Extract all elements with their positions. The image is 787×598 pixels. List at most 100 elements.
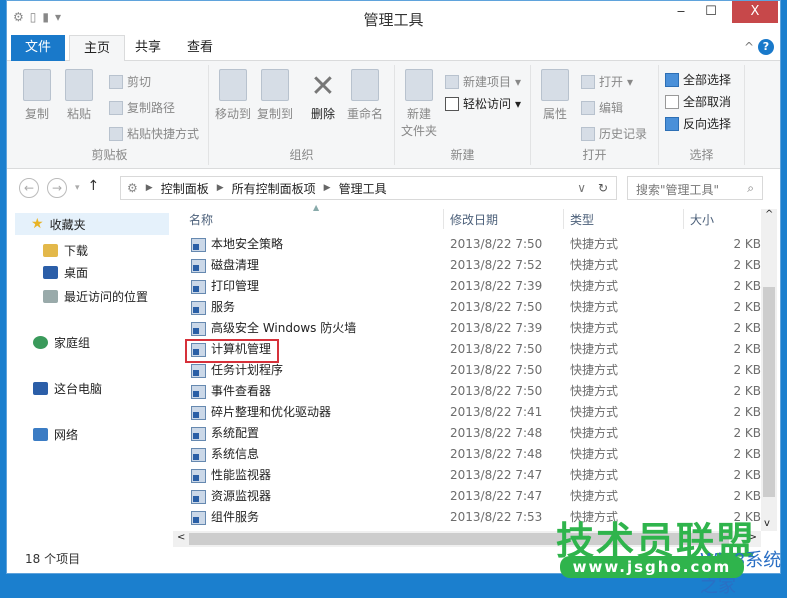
search-input[interactable]: 搜索"管理工具" ⌕ <box>627 176 763 200</box>
breadcrumb-0[interactable]: 控制面板 <box>161 180 209 197</box>
collapse-ribbon-icon[interactable]: ^ <box>744 40 754 54</box>
nav-favorites[interactable]: ★ 收藏夹 <box>15 213 169 235</box>
breadcrumb-1[interactable]: 所有控制面板项 <box>232 180 316 197</box>
cut-button[interactable]: 剪切 <box>109 73 151 90</box>
rename-button[interactable]: 重命名 <box>345 69 385 122</box>
clipboard-group-label: 剪贴板 <box>91 148 128 162</box>
file-size: 2 KB <box>733 363 761 377</box>
new-folder-button[interactable]: 新建 文件夹 <box>399 69 439 139</box>
file-row[interactable]: 任务计划程序 2013/8/22 7:50 快捷方式 2 KB <box>173 360 761 381</box>
file-size: 2 KB <box>733 237 761 251</box>
maximize-button[interactable]: ☐ <box>696 1 726 23</box>
nav-recent[interactable]: 最近访问的位置 <box>43 288 148 305</box>
minimize-button[interactable]: ‒ <box>666 1 696 23</box>
shortcut-icon <box>191 259 206 273</box>
scroll-left-icon[interactable]: < <box>177 532 185 543</box>
file-name: 系统信息 <box>211 447 260 461</box>
move-to-button[interactable]: 移动到 <box>213 69 253 122</box>
address-bar[interactable]: ⚙ ▶ 控制面板 ▶ 所有控制面板项 ▶ 管理工具 ∨ ↻ <box>120 176 617 200</box>
file-row[interactable]: 资源监视器 2013/8/22 7:47 快捷方式 2 KB <box>173 486 761 507</box>
recent-dropdown-icon[interactable]: ▾ <box>75 178 80 198</box>
select-none-button[interactable]: 全部取消 <box>665 93 731 110</box>
file-row[interactable]: 系统配置 2013/8/22 7:48 快捷方式 2 KB <box>173 423 761 444</box>
file-date: 2013/8/22 7:52 <box>450 258 543 272</box>
scroll-down-icon[interactable]: v <box>764 518 770 529</box>
file-name: 组件服务 <box>211 510 260 524</box>
file-date: 2013/8/22 7:48 <box>450 426 543 440</box>
file-row[interactable]: 性能监视器 2013/8/22 7:47 快捷方式 2 KB <box>173 465 761 486</box>
copy-button[interactable]: 复制 <box>17 69 57 122</box>
paste-button[interactable]: 粘贴 <box>59 69 99 122</box>
history-icon <box>581 126 595 141</box>
file-row[interactable]: 打印管理 2013/8/22 7:39 快捷方式 2 KB <box>173 276 761 297</box>
new-group-label: 新建 <box>450 148 475 162</box>
properties-button[interactable]: 属性 <box>535 69 575 122</box>
nav-desktop[interactable]: 桌面 <box>43 264 88 281</box>
shortcut-icon <box>191 385 206 399</box>
nav-network[interactable]: 网络 <box>33 426 78 443</box>
vertical-scrollbar[interactable]: ^ v <box>761 209 777 531</box>
breadcrumb-2[interactable]: 管理工具 <box>339 180 387 197</box>
help-icon[interactable]: ? <box>758 39 774 55</box>
back-button[interactable]: ← <box>19 178 39 198</box>
file-row[interactable]: 碎片整理和优化驱动器 2013/8/22 7:41 快捷方式 2 KB <box>173 402 761 423</box>
file-name: 性能监视器 <box>211 468 272 482</box>
paste-shortcut-button[interactable]: 粘贴快捷方式 <box>109 125 199 142</box>
shortcut-icon <box>191 469 206 483</box>
tab-file[interactable]: 文件 <box>11 35 66 61</box>
file-row[interactable]: 磁盘清理 2013/8/22 7:52 快捷方式 2 KB <box>173 255 761 276</box>
file-row[interactable]: 服务 2013/8/22 7:50 快捷方式 2 KB <box>173 297 761 318</box>
nav-homegroup[interactable]: 家庭组 <box>33 334 90 351</box>
refresh-icon[interactable]: ↻ <box>598 181 608 195</box>
delete-x-icon: ✕ <box>310 69 336 104</box>
file-row[interactable]: 本地安全策略 2013/8/22 7:50 快捷方式 2 KB <box>173 234 761 255</box>
file-date: 2013/8/22 7:47 <box>450 489 543 503</box>
clipboard-group: 复制 粘贴 剪切 复制路径 粘贴快捷方式 剪贴板 <box>11 65 209 165</box>
copy-to-button[interactable]: 复制到 <box>255 69 295 122</box>
invert-selection-button[interactable]: 反向选择 <box>665 115 731 132</box>
shortcut-icon <box>191 280 206 294</box>
nav-this-pc[interactable]: 这台电脑 <box>33 380 102 397</box>
easy-access-icon <box>445 96 459 111</box>
forward-button[interactable]: → <box>47 178 67 198</box>
rename-icon <box>351 69 379 101</box>
file-type: 快捷方式 <box>570 468 619 482</box>
organize-group: 移动到 复制到 ✕ 删除 重命名 组织 <box>209 65 395 165</box>
shortcut-icon <box>191 406 206 420</box>
address-bar-row: ← → ▾ ↑ ⚙ ▶ 控制面板 ▶ 所有控制面板项 ▶ 管理工具 ∨ ↻ 搜索… <box>7 175 780 201</box>
properties-icon <box>541 69 569 101</box>
explorer-window: ⚙ ▯ ▮ ▾ 管理工具 ‒ ☐ X 文件 主页 共享 查看 ^ ? 复制 粘贴… <box>6 0 781 574</box>
shortcut-icon <box>191 427 206 441</box>
file-size: 2 KB <box>733 342 761 356</box>
scroll-up-icon[interactable]: ^ <box>765 209 773 220</box>
control-panel-icon: ⚙ <box>127 181 138 195</box>
file-name: 服务 <box>211 300 236 314</box>
select-all-button[interactable]: 全部选择 <box>665 71 731 88</box>
address-dropdown-icon[interactable]: ∨ <box>577 181 586 195</box>
tab-home[interactable]: 主页 <box>69 35 126 62</box>
new-item-button[interactable]: 新建项目 ▾ <box>445 73 521 90</box>
column-size[interactable]: 大小 <box>690 211 714 228</box>
file-name: 任务计划程序 <box>211 363 284 377</box>
open-button[interactable]: 打开 ▾ <box>581 73 633 90</box>
column-type[interactable]: 类型 <box>570 211 594 228</box>
nav-downloads[interactable]: 下载 <box>43 242 88 259</box>
tab-share[interactable]: 共享 <box>121 35 175 61</box>
edit-button[interactable]: 编辑 <box>581 99 623 116</box>
shortcut-icon <box>191 238 206 252</box>
paste-shortcut-icon <box>109 126 123 141</box>
history-button[interactable]: 历史记录 <box>581 125 647 142</box>
column-date[interactable]: 修改日期 <box>450 211 498 228</box>
file-row[interactable]: 系统信息 2013/8/22 7:48 快捷方式 2 KB <box>173 444 761 465</box>
close-button[interactable]: X <box>732 1 778 23</box>
delete-button[interactable]: ✕ 删除 <box>303 69 343 122</box>
scroll-thumb[interactable] <box>763 287 775 497</box>
easy-access-button[interactable]: 轻松访问 ▾ <box>445 95 521 112</box>
tab-view[interactable]: 查看 <box>173 35 227 61</box>
column-name[interactable]: 名称 <box>189 211 213 228</box>
file-row[interactable]: 高级安全 Windows 防火墙 2013/8/22 7:39 快捷方式 2 K… <box>173 318 761 339</box>
copy-path-button[interactable]: 复制路径 <box>109 99 175 116</box>
up-button[interactable]: ↑ <box>88 178 100 198</box>
file-type: 快捷方式 <box>570 384 619 398</box>
file-row[interactable]: 事件查看器 2013/8/22 7:50 快捷方式 2 KB <box>173 381 761 402</box>
